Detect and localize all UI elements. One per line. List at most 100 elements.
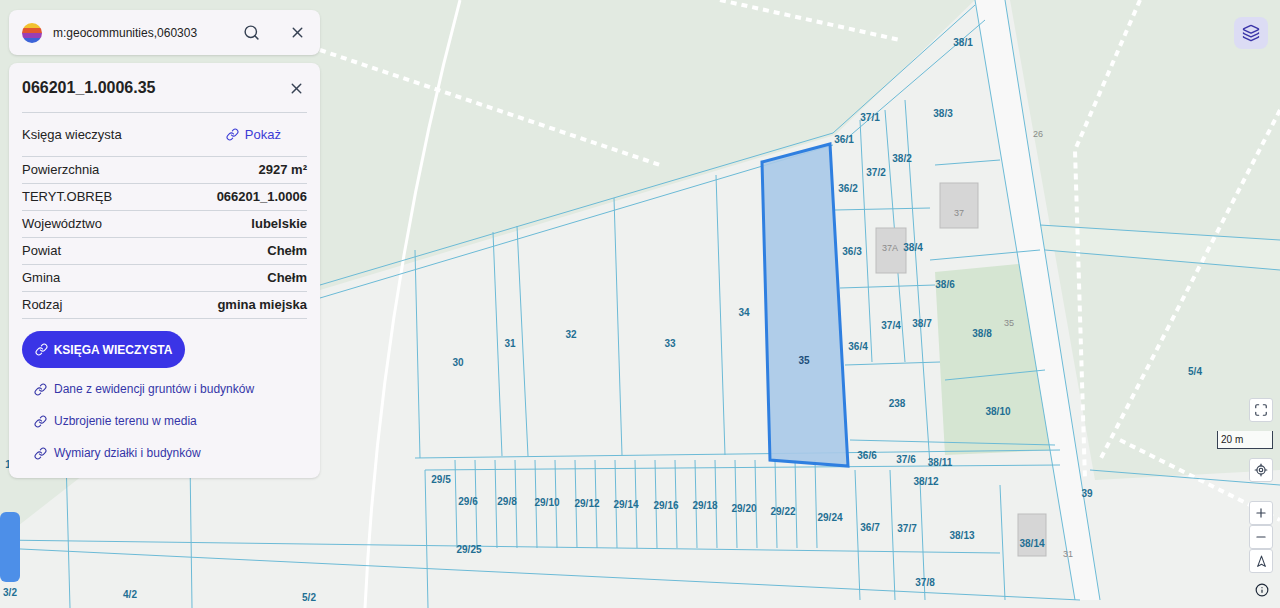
panel-title: 066201_1.0006.35 (22, 76, 155, 100)
attribute-label: Rodzaj (22, 295, 62, 315)
parcel-label[interactable]: 39 (1081, 486, 1092, 501)
attribute-value: lubelskie (251, 214, 307, 234)
parcel-label[interactable]: 34 (738, 305, 749, 320)
parcel-label[interactable]: 29/22 (770, 504, 795, 519)
panel-link[interactable]: Uzbrojenie terenu w media (34, 412, 307, 430)
parcel-label[interactable]: 29/8 (497, 494, 516, 509)
parcel-label[interactable]: 38/3 (933, 106, 952, 121)
zoom-in-icon (1254, 506, 1268, 520)
house-number-label: 37 (954, 207, 964, 221)
compass-button[interactable] (1249, 549, 1273, 573)
parcel-label[interactable]: 29/16 (653, 498, 678, 513)
parcel-label[interactable]: 38/12 (913, 474, 938, 489)
attribute-value: 2927 m² (259, 160, 307, 180)
parcel-label[interactable]: 37/7 (897, 521, 916, 536)
parcel-label[interactable]: 37/6 (896, 452, 915, 467)
parcel-label[interactable]: 37/2 (866, 165, 885, 180)
parcel-label[interactable]: 29/5 (431, 472, 450, 487)
compass-icon (1255, 555, 1268, 568)
link-icon (34, 383, 47, 396)
attribute-value: Chełm (267, 241, 307, 261)
primary-button[interactable]: KSIĘGA WIECZYSTA (22, 331, 185, 368)
house-number-label: 37A (882, 242, 898, 256)
parcel-label[interactable]: 36/1 (834, 132, 853, 147)
attribute-row: TERYT.OBRĘB066201_1.0006 (22, 184, 307, 211)
app: 38/1 37/1 38/3 36/1 38/2 37/2 36/2 36/3 38/4 38/6… (0, 0, 1280, 608)
parcel-label[interactable]: 29/6 (458, 494, 477, 509)
link-icon (34, 447, 47, 460)
parcel-label[interactable]: 37/1 (860, 110, 879, 125)
info-icon[interactable] (1255, 583, 1269, 597)
attribute-row: Gmina Chełm (22, 265, 307, 292)
parcel-label[interactable]: 38/10 (985, 404, 1010, 419)
attribute-row: Księga wieczysta Pokaż (22, 113, 307, 157)
panel-link[interactable]: Wymiary działki i budynków (34, 444, 307, 462)
parcel-label[interactable]: 38/2 (892, 151, 911, 166)
parcel-label[interactable]: 4/2 (123, 587, 137, 602)
parcel-label[interactable]: 38/8 (972, 326, 991, 341)
zoom-out-button[interactable] (1249, 525, 1273, 549)
parcel-label[interactable]: 30 (452, 355, 463, 370)
attribute-row: Rodzajgmina miejska (22, 292, 307, 319)
house-number-label: 26 (1033, 128, 1043, 142)
parcel-label[interactable]: 36/4 (848, 339, 867, 354)
link-icon (35, 343, 48, 356)
layers-icon (1242, 24, 1260, 42)
search-query[interactable]: m:geocommunities,060303 (53, 24, 232, 42)
parcel-label[interactable]: 29/25 (456, 542, 481, 557)
scale-bar: 20 m (1217, 431, 1273, 449)
parcel-label[interactable]: 38/13 (949, 528, 974, 543)
parcel-label[interactable]: 38/7 (912, 316, 931, 331)
parcel-label[interactable]: 36/6 (857, 448, 876, 463)
parcel-label[interactable]: 29/10 (534, 495, 559, 510)
parcel-label[interactable]: 29/24 (817, 510, 842, 525)
parcel-label[interactable]: 38/11 (928, 455, 952, 470)
parcel-label[interactable]: 3/2 (3, 585, 17, 600)
close-search-icon[interactable] (289, 24, 306, 41)
link-icon (34, 415, 47, 428)
link-list: Dane z ewidencji gruntów i budynków Uzbro… (22, 380, 307, 462)
parcel-panel: 066201_1.0006.35 Księga wieczysta Pokaż Pow… (9, 63, 320, 478)
parcel-label[interactable]: 38/6 (935, 277, 954, 292)
link-icon (226, 128, 239, 141)
search-bar[interactable]: m:geocommunities,060303 (9, 10, 320, 55)
parcel-label[interactable]: 33 (664, 336, 675, 351)
layers-button[interactable] (1234, 17, 1268, 49)
zoom-out-icon (1254, 530, 1268, 544)
parcel-label[interactable]: 31 (504, 336, 515, 351)
parcel-label[interactable]: 32 (565, 327, 576, 342)
parcel-label[interactable]: 35 (798, 353, 809, 368)
attribute-label: Powiat (22, 241, 61, 261)
parcel-label[interactable]: 37/4 (881, 318, 900, 333)
panel-link[interactable]: Dane z ewidencji gruntów i budynków (34, 380, 307, 398)
attribute-row: Powiat Chełm (22, 238, 307, 265)
fullscreen-button[interactable] (1249, 398, 1273, 422)
locate-button[interactable] (1249, 458, 1273, 482)
attribute-label: Gmina (22, 268, 60, 288)
parcel-label[interactable]: 38/14 (1019, 536, 1044, 551)
close-panel-icon[interactable] (288, 80, 305, 97)
parcel-label[interactable]: 5/4 (1188, 364, 1202, 379)
parcel-label[interactable]: 5/2 (302, 590, 316, 605)
parcel-label[interactable]: 38/1 (953, 35, 972, 50)
parcel-label[interactable]: 37/8 (915, 575, 934, 590)
parcel-label[interactable]: 36/2 (838, 181, 857, 196)
parcel-label[interactable]: 29/18 (692, 498, 717, 513)
parcel-label[interactable]: 29/14 (613, 497, 638, 512)
attribute-label: TERYT.OBRĘB (22, 187, 112, 207)
parcel-label[interactable]: 36/3 (842, 244, 861, 259)
attribute-value: Chełm (267, 268, 307, 288)
parcel-label[interactable]: 29/12 (574, 496, 599, 511)
search-icon[interactable] (243, 24, 260, 41)
attribute-row: Powierzchnia2927 m² (22, 157, 307, 184)
parcel-label[interactable]: 36/7 (860, 520, 879, 535)
attribute-label: Księga wieczysta (22, 125, 122, 145)
zoom-in-button[interactable] (1249, 501, 1273, 525)
attribute-link[interactable]: Pokaż (226, 125, 307, 145)
parcel-label[interactable]: 29/20 (731, 501, 756, 516)
parcel-label[interactable]: 238 (889, 396, 906, 411)
parcel-label[interactable]: 38/4 (903, 240, 922, 255)
house-number-label: 35 (1004, 317, 1014, 331)
locate-icon (1254, 463, 1268, 477)
attribute-label: Województwo (22, 214, 102, 234)
